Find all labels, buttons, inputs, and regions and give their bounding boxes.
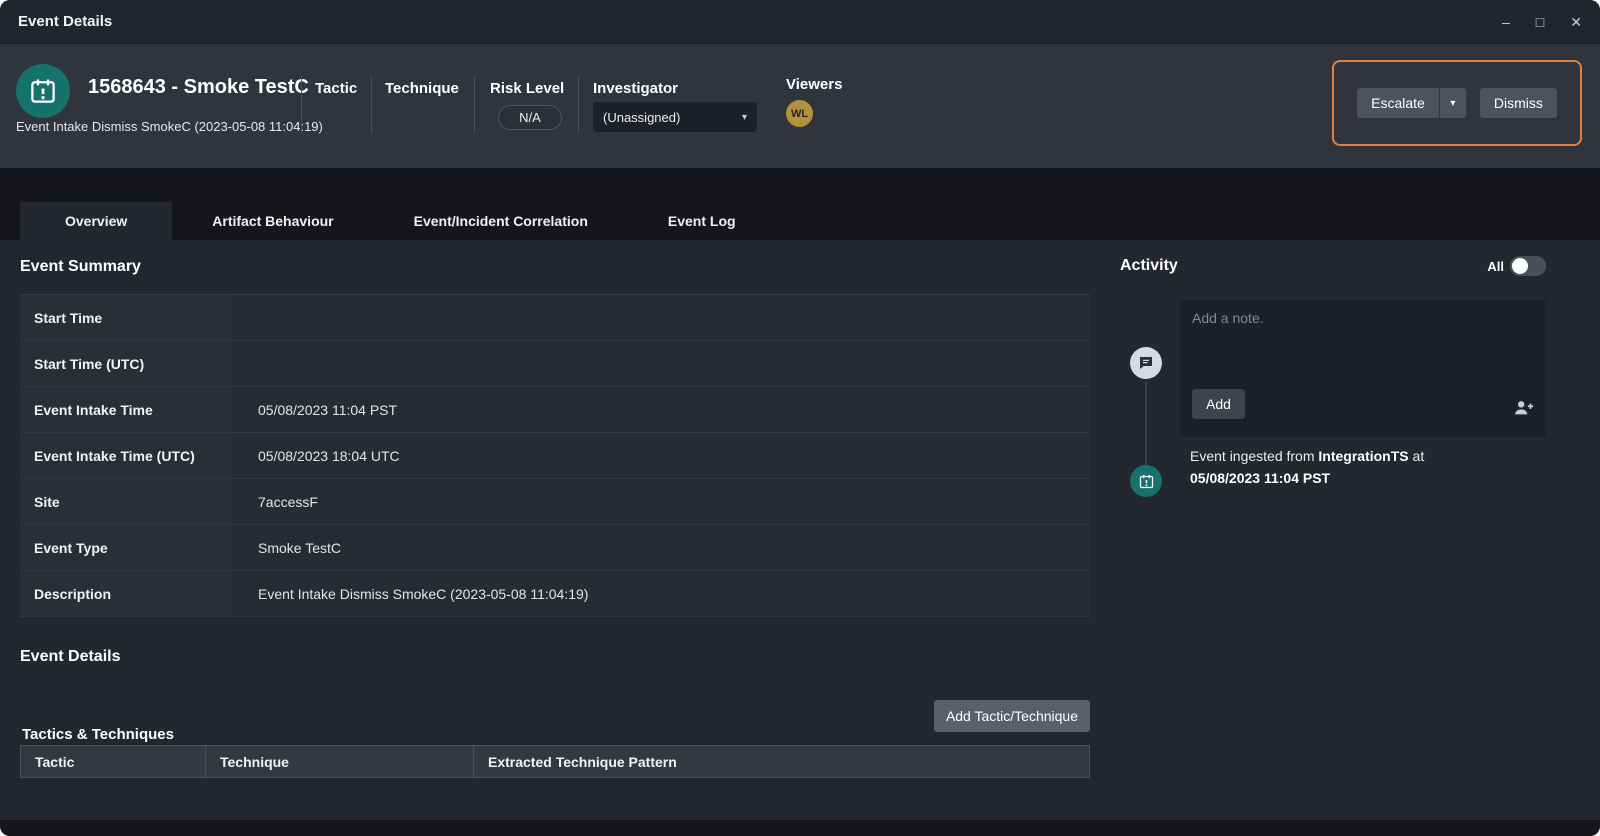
tactic-column-label: Tactic: [315, 80, 357, 97]
window-title: Event Details: [18, 13, 112, 30]
row-label: Description: [20, 571, 232, 616]
row-value: 05/08/2023 11:04 PST: [232, 387, 1090, 432]
investigator-label: Investigator: [593, 80, 678, 97]
row-value: 05/08/2023 18:04 UTC: [232, 433, 1090, 478]
window-controls: – □ ✕: [1502, 15, 1582, 29]
timeline-event-icon: [1130, 465, 1162, 497]
event-details-heading: Event Details: [20, 648, 120, 666]
event-actions-group: Escalate ▾ Dismiss: [1332, 60, 1582, 146]
row-label: Event Intake Time: [20, 387, 232, 432]
activity-panel: Activity All Add: [1120, 240, 1546, 820]
row-value: Event Intake Dismiss SmokeC (2023-05-08 …: [232, 571, 1090, 616]
row-label: Event Type: [20, 525, 232, 570]
tab-event-log[interactable]: Event Log: [628, 202, 776, 240]
timeline-entry-timestamp: 05/08/2023 11:04 PST: [1190, 470, 1330, 486]
toggle-knob: [1512, 258, 1528, 274]
escalate-split-button: Escalate ▾: [1357, 88, 1466, 118]
row-label: Event Intake Time (UTC): [20, 433, 232, 478]
risk-level-value: N/A: [498, 105, 562, 130]
minimize-icon[interactable]: –: [1502, 15, 1510, 29]
table-row: Event Intake Time 05/08/2023 11:04 PST: [20, 387, 1090, 433]
add-tactic-technique-button[interactable]: Add Tactic/Technique: [934, 700, 1090, 732]
table-row: Event Type Smoke TestC: [20, 525, 1090, 571]
close-icon[interactable]: ✕: [1570, 15, 1582, 29]
viewer-avatar: WL: [786, 100, 813, 127]
overview-tab-content: Event Summary Start Time Start Time (UTC…: [0, 240, 1600, 820]
note-input[interactable]: [1192, 310, 1534, 384]
timeline-connector: [1145, 381, 1147, 465]
window-bottom-edge: [0, 820, 1600, 836]
activity-all-toggle[interactable]: [1510, 256, 1546, 276]
dismiss-button[interactable]: Dismiss: [1480, 88, 1557, 118]
risk-level-label: Risk Level: [490, 80, 564, 97]
table-row: Description Event Intake Dismiss SmokeC …: [20, 571, 1090, 617]
investigator-selected-value: (Unassigned): [603, 110, 680, 125]
activity-header: Activity All: [1120, 256, 1546, 276]
escalate-dropdown-button[interactable]: ▾: [1440, 88, 1466, 118]
maximize-icon[interactable]: □: [1536, 15, 1544, 29]
event-header: 1568643 - Smoke TestC Event Intake Dismi…: [0, 44, 1600, 168]
add-note-box: Add: [1180, 300, 1546, 437]
tactics-techniques-heading: Tactics & Techniques: [22, 726, 174, 743]
column-header-extracted-pattern: Extracted Technique Pattern: [474, 746, 1089, 777]
activity-heading: Activity: [1120, 257, 1178, 275]
window-titlebar: Event Details – □ ✕: [0, 0, 1600, 44]
row-value: [232, 341, 1090, 386]
table-row: Event Intake Time (UTC) 05/08/2023 18:04…: [20, 433, 1090, 479]
timeline-entry-connector: at: [1413, 448, 1425, 464]
chevron-down-icon: ▾: [742, 112, 747, 123]
note-chat-icon: [1130, 347, 1162, 379]
assign-person-icon[interactable]: [1512, 397, 1534, 419]
column-divider: [371, 76, 372, 134]
event-details-window: Event Details – □ ✕ 1568643 - Smoke Test…: [0, 0, 1600, 836]
table-row: Start Time (UTC): [20, 341, 1090, 387]
activity-filter-label: All: [1487, 259, 1504, 274]
add-note-button[interactable]: Add: [1192, 389, 1245, 419]
column-header-tactic: Tactic: [21, 746, 206, 777]
timeline-entry-prefix: Event ingested from: [1190, 448, 1315, 464]
event-subtitle: Event Intake Dismiss SmokeC (2023-05-08 …: [16, 120, 323, 134]
timeline-entry: Event ingested from IntegrationTS at 05/…: [1190, 445, 1542, 489]
investigator-select[interactable]: (Unassigned) ▾: [593, 102, 757, 132]
column-divider: [578, 76, 579, 134]
event-title: 1568643 - Smoke TestC: [88, 76, 309, 99]
row-label: Start Time (UTC): [20, 341, 232, 386]
row-value: [232, 295, 1090, 340]
tactics-table-header: Tactic Technique Extracted Technique Pat…: [20, 745, 1090, 778]
event-summary-table: Start Time Start Time (UTC) Event Intake…: [20, 294, 1090, 617]
row-value: 7accessF: [232, 479, 1090, 524]
timeline-entry-source: IntegrationTS: [1318, 448, 1408, 464]
row-value: Smoke TestC: [232, 525, 1090, 570]
event-calendar-icon: [16, 64, 70, 118]
tab-overview[interactable]: Overview: [20, 202, 172, 240]
tab-bar: Overview Artifact Behaviour Event/Incide…: [0, 168, 1600, 240]
row-label: Site: [20, 479, 232, 524]
technique-column-label: Technique: [385, 80, 459, 97]
column-divider: [301, 76, 302, 134]
column-divider: [474, 76, 475, 134]
tab-artifact-behaviour[interactable]: Artifact Behaviour: [172, 202, 373, 240]
table-row: Site 7accessF: [20, 479, 1090, 525]
note-footer: Add: [1192, 389, 1534, 419]
escalate-button[interactable]: Escalate: [1357, 88, 1439, 118]
event-summary-section: Event Summary Start Time Start Time (UTC…: [20, 240, 1090, 820]
tab-event-incident-correlation[interactable]: Event/Incident Correlation: [374, 202, 628, 240]
viewers-label: Viewers: [786, 76, 842, 93]
event-summary-heading: Event Summary: [20, 258, 141, 276]
column-header-technique: Technique: [206, 746, 474, 777]
table-row: Start Time: [20, 295, 1090, 341]
row-label: Start Time: [20, 295, 232, 340]
